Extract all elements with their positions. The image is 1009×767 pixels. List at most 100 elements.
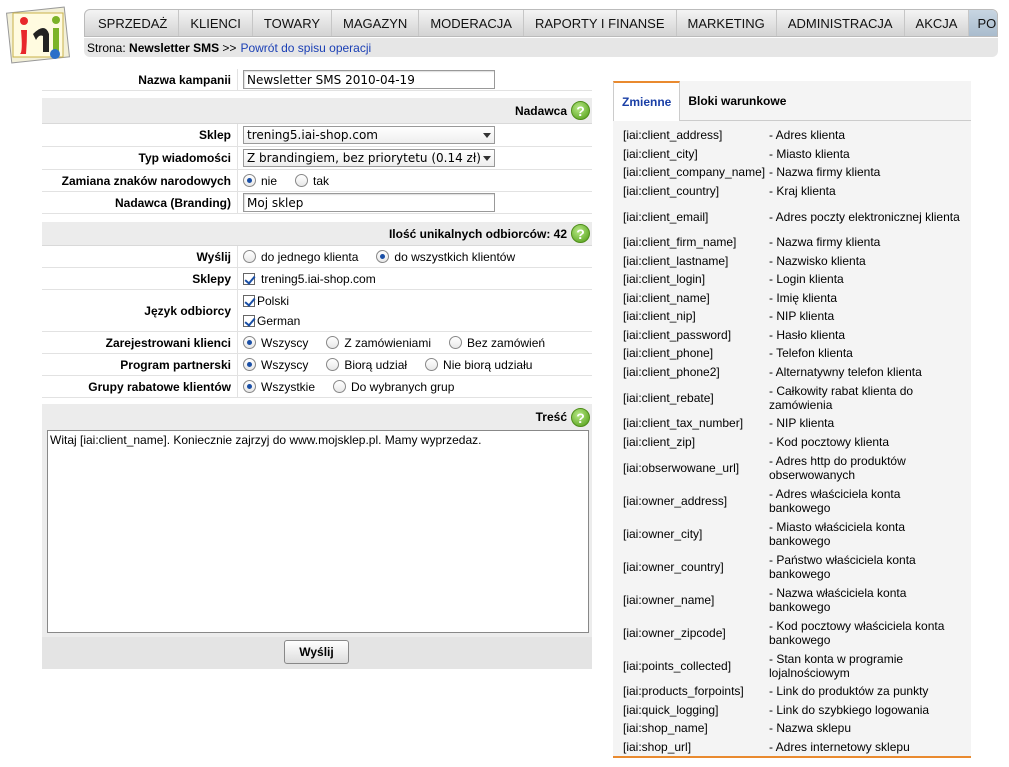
variable-row[interactable]: [iai:client_tax_number] - NIP klienta [613, 414, 971, 433]
variable-description: - Nazwa sklepu [769, 721, 852, 736]
help-icon[interactable]: ? [571, 101, 590, 120]
variable-row[interactable]: [iai:client_lastname] - Nazwisko klienta [613, 252, 971, 271]
variable-row[interactable]: [iai:obserwowane_url] - Adres http do pro… [613, 451, 971, 484]
help-icon[interactable]: ? [571, 224, 590, 243]
lang-german-label: German [257, 313, 301, 328]
registered-all-label: Wszyscy [261, 335, 309, 350]
variable-row[interactable]: [iai:client_rebate] - Całkowity rabat kli… [613, 381, 971, 414]
partner-all-radio[interactable] [243, 358, 256, 371]
back-link[interactable]: Powrót do spisu operacji [240, 41, 371, 55]
send-one-radio[interactable] [243, 250, 256, 263]
variable-row[interactable]: [iai:shop_name] - Nazwa sklepu [613, 719, 971, 738]
nav-administration[interactable]: ADMINISTRACJA [777, 10, 905, 36]
shop-checkbox-label: trening5.iai-shop.com [261, 271, 376, 286]
registered-with-orders-radio[interactable] [326, 336, 340, 349]
variable-description: - Nazwa firmy klienta [769, 165, 881, 180]
partner-out-radio[interactable] [425, 358, 439, 371]
nav-sales[interactable]: SPRZEDAŻ [85, 10, 180, 36]
variable-row[interactable]: [iai:client_email] - Adres poczty elektro… [613, 200, 971, 233]
national-yes-label: tak [313, 173, 330, 188]
breadcrumb: Strona: Newsletter SMS >> Powrót do spis… [84, 38, 998, 57]
variable-row[interactable]: [iai:points_collected] - Stan konta w pro… [613, 649, 971, 682]
content-section-header: Treść ? [42, 404, 592, 430]
send-one-label: do jednego klienta [261, 249, 359, 264]
variable-row[interactable]: [iai:client_city] - Miasto klienta [613, 145, 971, 164]
variable-row[interactable]: [iai:client_nip] - NIP klienta [613, 307, 971, 326]
shop-checkbox[interactable] [243, 272, 255, 285]
campaign-name-input[interactable]: Newsletter SMS 2010-04-19 [243, 70, 495, 89]
msg-type-select[interactable]: Z brandingiem, bez priorytetu (0.14 zł) [243, 149, 495, 167]
variable-row[interactable]: [iai:client_phone] - Telefon klienta [613, 344, 971, 363]
registered-with-orders-label: Z zamówieniami [344, 335, 432, 350]
breadcrumb-separator: >> [222, 40, 237, 55]
variable-row[interactable]: [iai:owner_zipcode] - Kod pocztowy właści… [613, 616, 971, 649]
variable-description: - Miasto klienta [769, 146, 850, 161]
nav-moderation[interactable]: MODERACJA [419, 10, 524, 36]
msg-type-value: Z brandingiem, bez priorytetu (0.14 zł) [247, 151, 481, 165]
variable-description: - Nazwa firmy klienta [769, 235, 881, 250]
national-no-radio[interactable] [243, 174, 256, 187]
shops-label: Sklepy [42, 268, 238, 289]
variable-key: [iai:client_country] [623, 183, 720, 198]
variable-key: [iai:client_login] [623, 272, 706, 287]
variable-row[interactable]: [iai:client_zip] - Kod pocztowy klienta [613, 433, 971, 452]
send-button[interactable]: Wyślij [284, 640, 349, 664]
variable-row[interactable]: [iai:owner_country] - Państwo właściciela… [613, 550, 971, 583]
nav-action[interactable]: AKCJA [905, 10, 970, 36]
help-icon[interactable]: ? [571, 407, 590, 427]
variable-row[interactable]: [iai:client_company_name] - Nazwa firmy k… [613, 163, 971, 182]
variable-row[interactable]: [iai:client_phone2] - Alternatywny telefo… [613, 363, 971, 382]
tab-variables[interactable]: Zmienne [613, 81, 681, 121]
variable-row[interactable]: [iai:client_name] - Imię klienta [613, 289, 971, 308]
language-label: Język odbiorcy [42, 290, 238, 331]
variable-row[interactable]: [iai:client_country] - Kraj klienta [613, 182, 971, 201]
registered-no-orders-radio[interactable] [449, 336, 463, 349]
nav-warehouse[interactable]: MAGAZYN [332, 10, 420, 36]
nav-products[interactable]: TOWARY [253, 10, 333, 36]
nav-marketing[interactable]: MARKETING [677, 10, 777, 36]
variable-key: [iai:obserwowane_url] [623, 460, 740, 475]
nav-help[interactable]: POMOC ? [969, 10, 997, 36]
shop-select[interactable]: trening5.iai-shop.com [243, 126, 495, 144]
variable-row[interactable]: [iai:client_address] - Adres klienta [613, 126, 971, 145]
branding-label: Nadawca (Branding) [42, 192, 238, 213]
lang-polish-checkbox[interactable] [243, 294, 255, 307]
partner-in-radio[interactable] [326, 358, 340, 371]
variable-row[interactable]: [iai:products_forpoints] - Link do produk… [613, 682, 971, 701]
message-textarea[interactable]: Witaj [iai:client_name]. Koniecznie zajr… [47, 430, 589, 633]
msg-type-label: Typ wiadomości [42, 147, 238, 169]
chevron-down-icon [483, 132, 491, 138]
variable-description: - NIP klienta [769, 416, 835, 431]
discount-all-radio[interactable] [243, 380, 256, 393]
variable-description: - NIP klienta [769, 309, 835, 324]
variable-description: - Adres klienta [769, 128, 846, 143]
variable-row[interactable]: [iai:quick_logging] - Link do szybkiego l… [613, 701, 971, 720]
tab-conditional-blocks[interactable]: Bloki warunkowe [680, 81, 794, 120]
main-nav: SPRZEDAŻ KLIENCI TOWARY MAGAZYN MODERACJ… [84, 9, 998, 37]
send-to-row: Wyślij do jednego klienta do wszystkich … [42, 246, 592, 268]
variable-row[interactable]: [iai:shop_url] - Adres internetowy sklepu [613, 738, 971, 757]
discount-label: Grupy rabatowe klientów [42, 376, 238, 397]
variable-key: [iai:owner_zipcode] [623, 625, 726, 640]
msg-type-row: Typ wiadomości Z brandingiem, bez priory… [42, 147, 592, 170]
branding-input[interactable]: Moj sklep [243, 193, 495, 212]
variable-description: - Stan konta w programie lojalnościowym [769, 651, 904, 680]
registered-all-radio[interactable] [243, 336, 256, 349]
variable-row[interactable]: [iai:owner_city] - Miasto właściciela kon… [613, 517, 971, 550]
variable-row[interactable]: [iai:client_login] - Login klienta [613, 270, 971, 289]
nav-reports[interactable]: RAPORTY I FINANSE [524, 10, 677, 36]
variable-key: [iai:client_city] [623, 146, 698, 161]
discount-selected-radio[interactable] [333, 380, 346, 393]
national-yes-radio[interactable] [295, 174, 309, 187]
variable-row[interactable]: [iai:client_password] - Hasło klienta [613, 326, 971, 345]
nav-clients[interactable]: KLIENCI [179, 10, 253, 36]
variable-key: [iai:owner_country] [623, 559, 724, 574]
send-all-radio[interactable] [376, 250, 390, 263]
variable-row[interactable]: [iai:owner_address] - Adres właściciela k… [613, 484, 971, 517]
variable-description: - Imię klienta [769, 290, 838, 305]
variable-row[interactable]: [iai:client_firm_name] - Nazwa firmy klie… [613, 233, 971, 252]
lang-german-checkbox[interactable] [243, 314, 255, 327]
variable-key: [iai:owner_name] [623, 592, 715, 607]
variable-row[interactable]: [iai:owner_name] - Nazwa właściciela kont… [613, 583, 971, 616]
shop-row: Sklep trening5.iai-shop.com [42, 124, 592, 147]
